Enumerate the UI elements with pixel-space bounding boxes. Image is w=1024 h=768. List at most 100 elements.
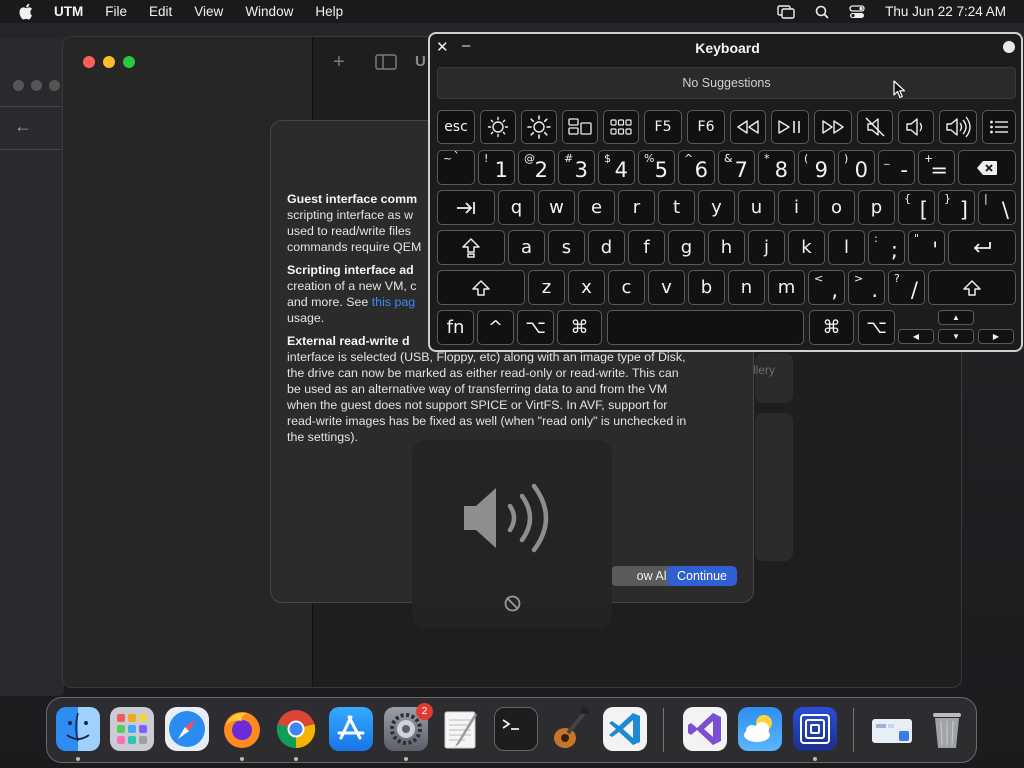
key-x[interactable]: x	[568, 270, 605, 305]
key-volume-down[interactable]	[898, 110, 934, 144]
key-b[interactable]: b	[688, 270, 725, 305]
key-6[interactable]: ^ 6	[678, 150, 715, 185]
key-equals[interactable]: + =	[918, 150, 955, 185]
menu-help[interactable]: Help	[315, 4, 343, 19]
key-9[interactable]: (9	[798, 150, 835, 185]
key-period[interactable]: >.	[848, 270, 885, 305]
key-arrow-up[interactable]: ▲	[938, 310, 974, 325]
key-5[interactable]: % 5	[638, 150, 675, 185]
key-fast-forward[interactable]	[814, 110, 852, 144]
docs-link[interactable]: this pag	[372, 295, 415, 309]
key-v[interactable]: v	[648, 270, 685, 305]
more-options-icon[interactable]	[1003, 35, 1015, 53]
key-caps-lock[interactable]	[437, 230, 505, 265]
key-w[interactable]: w	[538, 190, 575, 225]
key-7[interactable]: & 7	[718, 150, 755, 185]
utm-icon[interactable]	[793, 707, 837, 751]
key-esc[interactable]: esc	[437, 110, 475, 144]
menu-edit[interactable]: Edit	[149, 4, 172, 19]
window-close-button[interactable]	[83, 56, 95, 68]
finder-icon[interactable]	[56, 707, 100, 751]
key-comma[interactable]: <,	[808, 270, 845, 305]
key-tab[interactable]	[437, 190, 495, 225]
key-left-shift[interactable]	[437, 270, 525, 305]
key-list[interactable]	[982, 110, 1016, 144]
launchpad-icon[interactable]	[110, 707, 154, 751]
key-right-shift[interactable]	[928, 270, 1016, 305]
key-h[interactable]: h	[708, 230, 745, 265]
key-k[interactable]: k	[788, 230, 825, 265]
key-d[interactable]: d	[588, 230, 625, 265]
key-mission-control[interactable]	[562, 110, 598, 144]
toggle-sidebar-icon[interactable]	[375, 53, 397, 76]
add-vm-icon[interactable]: +	[333, 51, 345, 74]
spotlight-search-icon[interactable]	[815, 5, 829, 19]
key-n[interactable]: n	[728, 270, 765, 305]
key-slash[interactable]: ? /	[888, 270, 925, 305]
menu-file[interactable]: File	[105, 4, 127, 19]
key-4[interactable]: $4	[598, 150, 635, 185]
key-left-option[interactable]: ⌥	[517, 310, 554, 345]
key-right-option[interactable]: ⌥	[858, 310, 895, 345]
firefox-icon[interactable]	[220, 707, 264, 751]
key-c[interactable]: c	[608, 270, 645, 305]
key-launchpad[interactable]	[603, 110, 639, 144]
key-semicolon[interactable]: :;	[868, 230, 905, 265]
key-brightness-up[interactable]	[521, 110, 557, 144]
key-m[interactable]: m	[768, 270, 805, 305]
key-space[interactable]	[607, 310, 804, 345]
window-close-button-inactive[interactable]	[13, 80, 24, 91]
key-u[interactable]: u	[738, 190, 775, 225]
vscode-icon[interactable]	[603, 707, 647, 751]
chrome-icon[interactable]	[274, 707, 318, 751]
screen-mirroring-icon[interactable]	[777, 4, 795, 19]
continue-button[interactable]: Continue	[667, 566, 737, 586]
key-2[interactable]: @2	[518, 150, 555, 185]
key-p[interactable]: p	[858, 190, 895, 225]
key-quote[interactable]: " '	[908, 230, 945, 265]
gallery-card[interactable]: llery	[753, 353, 793, 403]
key-t[interactable]: t	[658, 190, 695, 225]
key-f[interactable]: f	[628, 230, 665, 265]
key-arrow-left[interactable]: ◀	[898, 329, 934, 344]
key-backslash[interactable]: | \	[978, 190, 1016, 225]
key-y[interactable]: y	[698, 190, 735, 225]
key-open-bracket[interactable]: {[	[898, 190, 935, 225]
key-volume-up[interactable]	[939, 110, 977, 144]
key-3[interactable]: #3	[558, 150, 595, 185]
key-mute[interactable]	[857, 110, 893, 144]
menu-window[interactable]: Window	[245, 4, 293, 19]
key-right-command[interactable]: ⌘	[809, 310, 854, 345]
menu-view[interactable]: View	[194, 4, 223, 19]
key-a[interactable]: a	[508, 230, 545, 265]
key-e[interactable]: e	[578, 190, 615, 225]
key-f6[interactable]: F6	[687, 110, 725, 144]
key-minus[interactable]: _ -	[878, 150, 915, 185]
trash-icon[interactable]	[925, 707, 969, 751]
key-control[interactable]: ^	[477, 310, 514, 345]
key-return[interactable]	[948, 230, 1016, 265]
window-minimize-button[interactable]	[103, 56, 115, 68]
key-g[interactable]: g	[668, 230, 705, 265]
window-minimize-button-inactive[interactable]	[31, 80, 42, 91]
key-delete[interactable]	[958, 150, 1016, 185]
weather-icon[interactable]	[738, 707, 782, 751]
key-z[interactable]: z	[528, 270, 565, 305]
key-f5[interactable]: F5	[644, 110, 682, 144]
key-brightness-down[interactable]	[480, 110, 516, 144]
key-play-pause[interactable]	[771, 110, 809, 144]
key-0[interactable]: ) 0	[838, 150, 875, 185]
key-tilde[interactable]: ~ `	[437, 150, 475, 185]
key-8[interactable]: * 8	[758, 150, 795, 185]
key-l[interactable]: l	[828, 230, 865, 265]
key-close-bracket[interactable]: }]	[938, 190, 975, 225]
back-arrow-icon[interactable]: ←	[14, 116, 32, 137]
preview-icon[interactable]	[870, 707, 914, 751]
terminal-icon[interactable]	[494, 707, 538, 751]
key-arrow-right[interactable]: ▶	[978, 329, 1014, 344]
window-zoom-button-inactive[interactable]	[49, 80, 60, 91]
garageband-icon[interactable]	[548, 707, 592, 751]
key-fn[interactable]: fn	[437, 310, 474, 345]
key-left-command[interactable]: ⌘	[557, 310, 602, 345]
app-store-icon[interactable]	[329, 707, 373, 751]
